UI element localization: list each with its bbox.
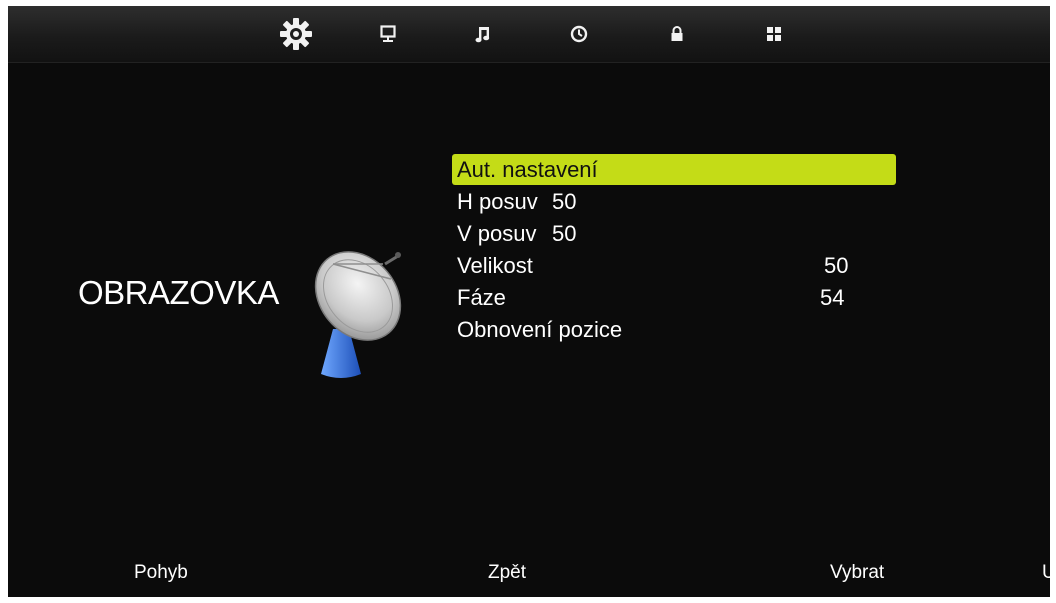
gear-icon — [279, 17, 313, 51]
menu-item-value: 54 — [820, 285, 845, 310]
tv-screen: OBRAZOVKA Aut. nastavení H posuv 50 V po… — [8, 6, 1050, 597]
menu-item-reset-position[interactable]: Obnovení pozice — [452, 314, 896, 345]
menu-item-phase[interactable]: Fáze 54 — [452, 282, 896, 313]
tab-sound[interactable] — [465, 16, 501, 52]
menu-item-h-position[interactable]: H posuv 50 — [452, 186, 896, 217]
menu-item-label: H posuv — [457, 189, 538, 214]
hint-select[interactable]: Vybrat — [830, 562, 884, 584]
menu-item-v-position[interactable]: V posuv 50 — [452, 218, 896, 249]
top-menu-bar — [8, 6, 1050, 63]
tab-lock[interactable] — [659, 16, 695, 52]
menu-item-value: 50 — [552, 221, 577, 246]
page-title: OBRAZOVKA — [78, 274, 279, 311]
menu-item-value: 50 — [824, 253, 849, 278]
menu-item-auto-adjust[interactable]: Aut. nastavení — [452, 154, 896, 185]
tab-picture[interactable] — [370, 16, 406, 52]
menu-item-label: V posuv — [457, 221, 537, 246]
tab-apps[interactable] — [756, 16, 792, 52]
menu-item-label: Obnovení pozice — [457, 317, 623, 342]
music-note-icon — [475, 25, 491, 43]
grid-icon — [766, 26, 782, 42]
menu-item-label: Velikost — [457, 253, 533, 278]
hint-cut-off[interactable]: U — [1042, 562, 1050, 584]
menu-item-size[interactable]: Velikost 50 — [452, 250, 896, 281]
satellite-dish-icon — [303, 234, 413, 389]
tab-settings[interactable] — [278, 16, 314, 52]
clock-icon — [570, 25, 588, 43]
menu-item-label: Aut. nastavení — [457, 157, 598, 182]
hint-back[interactable]: Zpět — [488, 562, 526, 584]
hint-move[interactable]: Pohyb — [134, 562, 188, 584]
lock-icon — [669, 25, 685, 43]
monitor-icon — [380, 25, 396, 43]
menu-item-label: Fáze — [457, 285, 506, 310]
menu-item-value: 50 — [552, 189, 577, 214]
tab-time[interactable] — [561, 16, 597, 52]
